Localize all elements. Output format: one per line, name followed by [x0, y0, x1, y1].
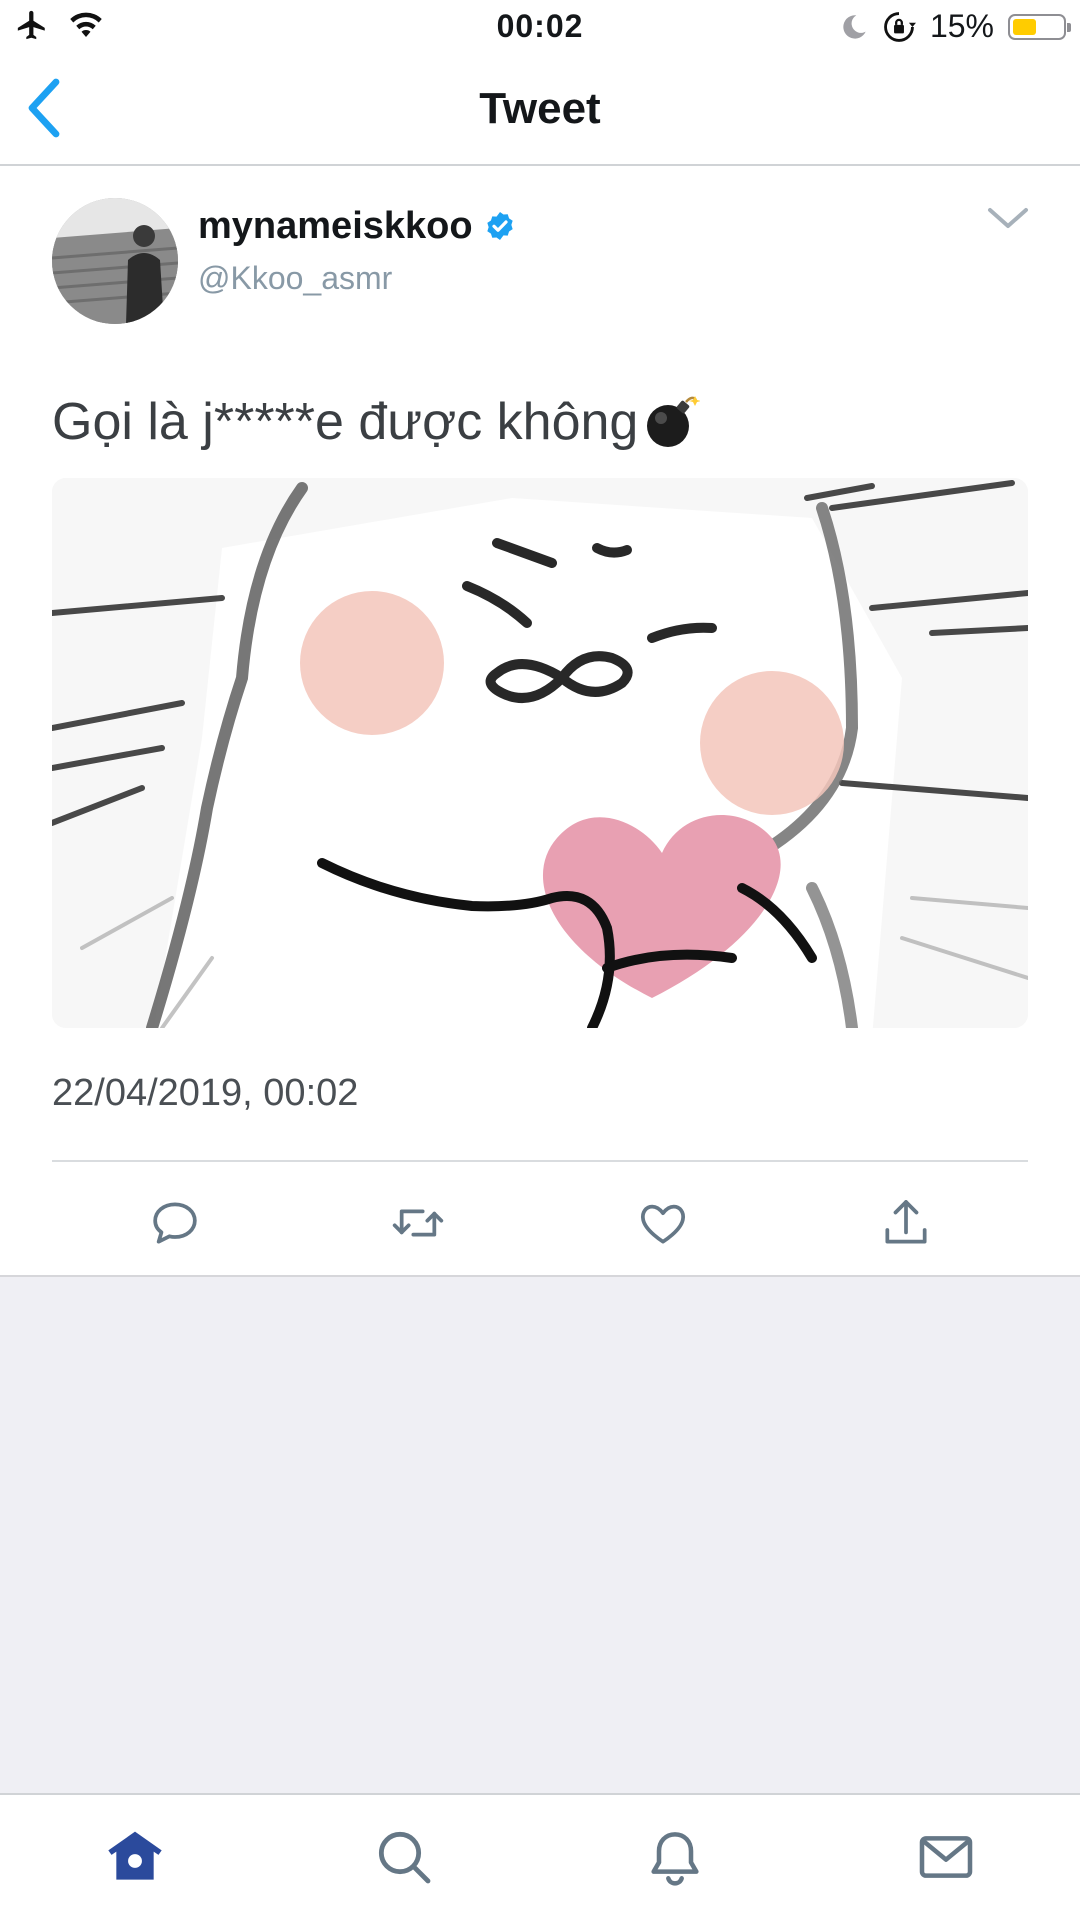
tab-messages[interactable]	[914, 1825, 978, 1889]
chevron-down-icon	[988, 208, 1028, 228]
home-icon	[108, 1831, 162, 1880]
empty-background	[0, 1275, 1080, 1795]
bomb-icon	[647, 396, 701, 447]
share-icon	[885, 1200, 927, 1244]
battery-icon	[1008, 13, 1071, 40]
tweet-timestamp: 22/04/2019, 00:02	[52, 1072, 359, 1114]
battery-percent: 15%	[929, 8, 994, 44]
verified-badge-icon	[487, 212, 513, 240]
tweet-actions	[0, 1185, 1080, 1265]
status-right-icons: 15%	[840, 8, 1071, 45]
status-bar: 00:02 15%	[0, 0, 1080, 54]
avatar-photo	[52, 198, 178, 324]
retweet-icon	[392, 1209, 444, 1237]
share-button[interactable]	[878, 1195, 934, 1251]
messages-icon	[919, 1836, 973, 1878]
more-options-button[interactable]	[986, 204, 1030, 240]
tab-home[interactable]	[103, 1825, 167, 1889]
like-icon	[640, 1204, 686, 1244]
moon-icon	[843, 14, 866, 39]
tweet-text-content: Gọi là j*****e được không	[52, 393, 639, 451]
search-icon	[378, 1831, 431, 1884]
page-title: Tweet	[479, 84, 601, 133]
divider	[52, 1160, 1028, 1162]
notifications-icon	[651, 1832, 699, 1886]
tweet-media-image[interactable]	[52, 478, 1028, 1028]
media-illustration	[52, 478, 1028, 1028]
tab-bar	[0, 1793, 1080, 1920]
retweet-button[interactable]	[390, 1195, 446, 1251]
display-name[interactable]: mynameiskkoo	[198, 205, 473, 248]
orientation-lock-icon	[884, 11, 916, 42]
user-handle[interactable]: @Kkoo_asmr	[198, 260, 392, 297]
battery-level	[1013, 18, 1036, 35]
nav-bar: Tweet	[0, 54, 1080, 166]
like-button[interactable]	[635, 1195, 691, 1251]
avatar[interactable]	[52, 198, 178, 324]
tab-notifications[interactable]	[643, 1825, 707, 1889]
reply-icon	[153, 1202, 197, 1244]
tweet-text: Gọi là j*****e được không	[52, 392, 701, 452]
tab-search[interactable]	[372, 1825, 436, 1889]
reply-button[interactable]	[147, 1195, 203, 1251]
